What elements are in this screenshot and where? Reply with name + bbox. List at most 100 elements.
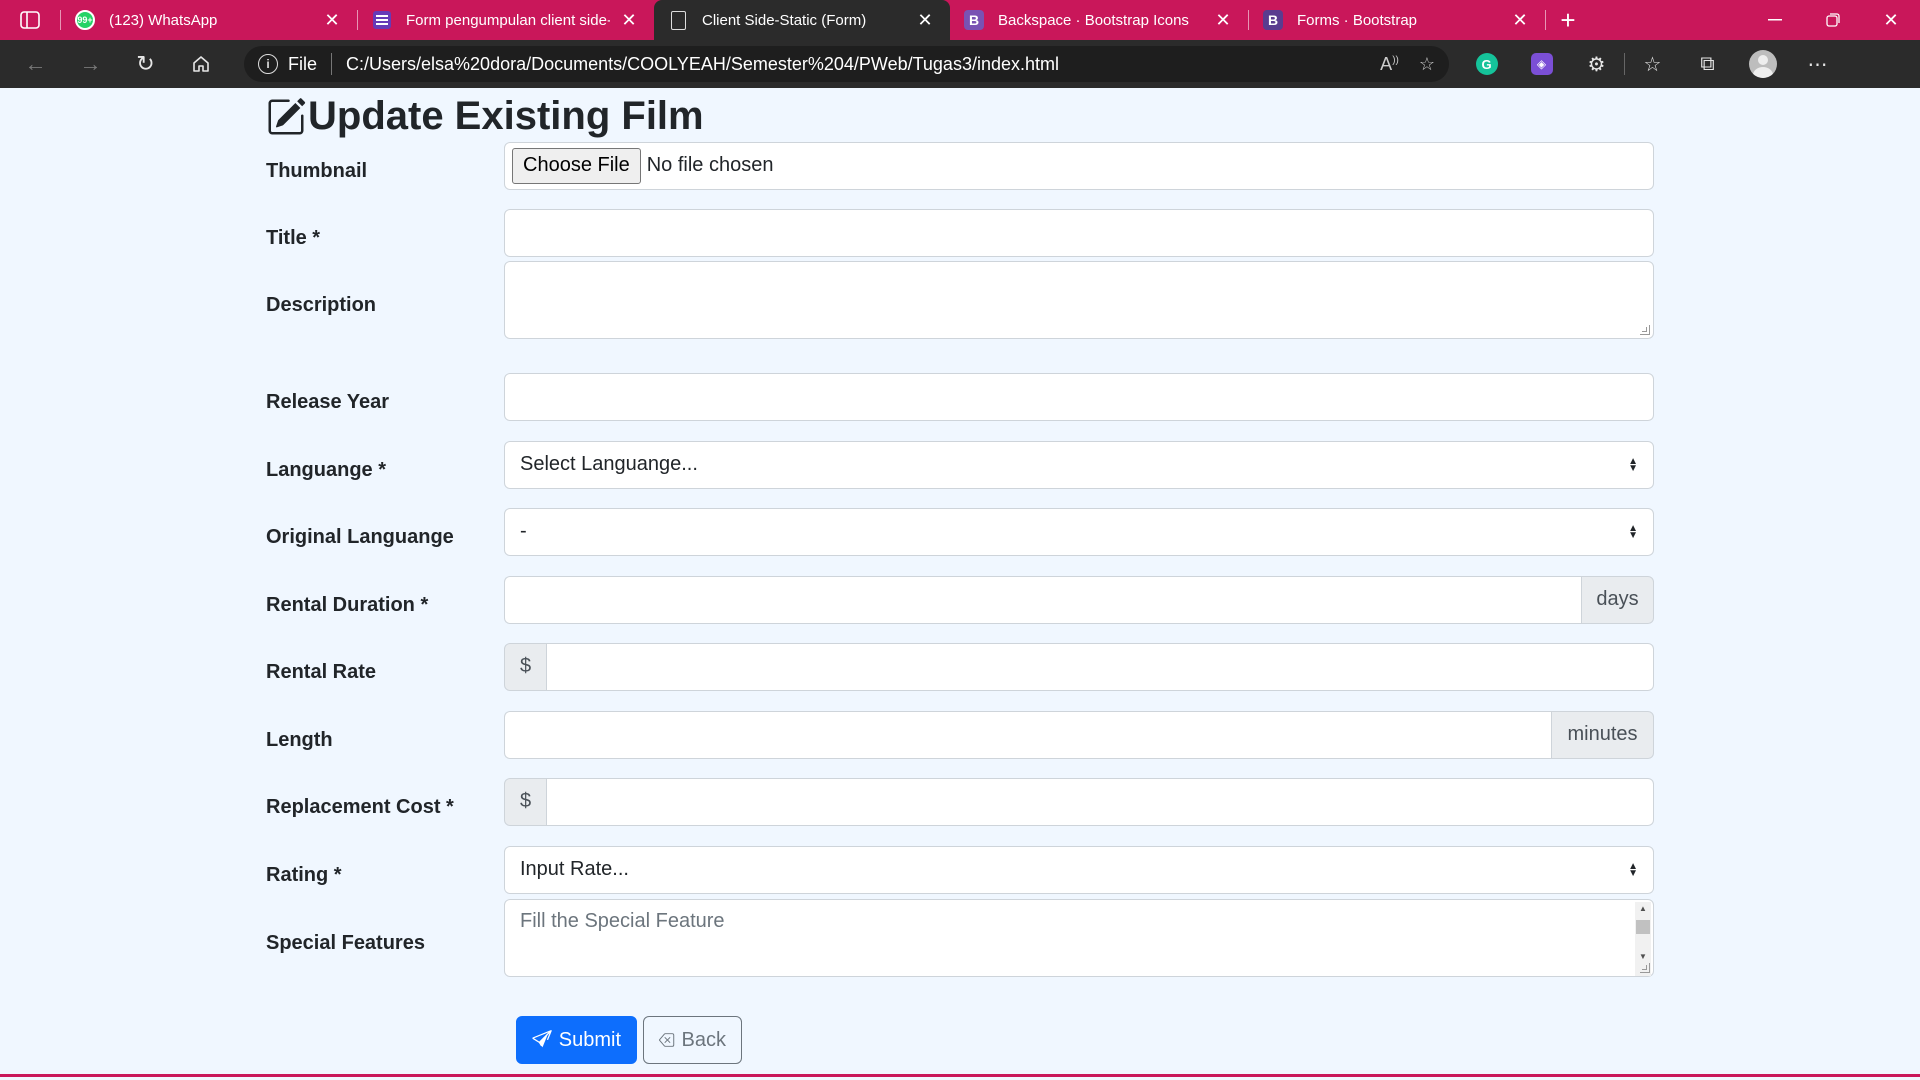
- home-icon: [192, 56, 209, 72]
- close-icon[interactable]: ✕: [1509, 9, 1531, 31]
- bootstrap-icon: B: [964, 10, 984, 30]
- close-icon[interactable]: ✕: [618, 9, 640, 31]
- rental-rate-input[interactable]: [547, 642, 1654, 691]
- rating-select[interactable]: Input Rate... ▲ ▼: [504, 845, 1654, 894]
- window-controls: ✕: [1746, 0, 1920, 40]
- field-label: Rental Duration *: [266, 594, 429, 616]
- special-features-textarea[interactable]: Fill the Special Feature ▲ ▼: [504, 898, 1654, 977]
- grammarly-icon: G: [1475, 53, 1498, 75]
- tab-google-form[interactable]: Form pengumpulan client side-s ✕: [358, 0, 654, 40]
- plus-icon: +: [1560, 4, 1576, 35]
- tab-title: Backspace · Bootstrap Icons: [998, 11, 1189, 29]
- minimize-button[interactable]: [1746, 0, 1804, 40]
- favorites-icon: ☆: [1643, 53, 1662, 76]
- google-forms-icon: [372, 10, 392, 30]
- profile-button[interactable]: [1735, 40, 1790, 88]
- close-icon[interactable]: ✕: [1212, 9, 1234, 31]
- placeholder-text: Fill the Special Feature: [520, 909, 725, 932]
- restore-button[interactable]: [1804, 0, 1862, 40]
- extension-button[interactable]: ◈: [1514, 40, 1569, 88]
- document-icon: [668, 10, 688, 30]
- settings-menu-button[interactable]: ⋯: [1790, 40, 1845, 88]
- thumbnail-file-input[interactable]: Choose File No file chosen: [504, 141, 1654, 190]
- field-label: Replacement Cost *: [266, 796, 454, 818]
- form-row-description: Description: [266, 260, 1654, 339]
- scroll-down-icon[interactable]: ▼: [1639, 950, 1647, 964]
- backspace-icon: [659, 1033, 675, 1047]
- field-label: Original Languange: [266, 526, 454, 548]
- extensions-button[interactable]: ⚙: [1569, 40, 1624, 88]
- length-group: minutes: [504, 710, 1654, 759]
- tab-title: Forms · Bootstrap: [1297, 11, 1418, 29]
- tab-actions-button[interactable]: [0, 0, 60, 40]
- dollar-addon: $: [504, 642, 547, 691]
- read-aloud-icon[interactable]: A)): [1380, 54, 1399, 75]
- form-row-thumbnail: Thumbnail Choose File No file chosen: [266, 141, 1654, 190]
- minimize-icon: [1768, 19, 1782, 21]
- back-nav-button[interactable]: ←: [8, 40, 63, 88]
- close-window-button[interactable]: ✕: [1862, 0, 1920, 40]
- rental-duration-group: days: [504, 575, 1654, 624]
- url-text[interactable]: C:/Users/elsa%20dora/Documents/COOLYEAH/…: [346, 54, 1370, 75]
- back-button[interactable]: Back: [643, 1016, 742, 1064]
- rental-duration-input[interactable]: [504, 575, 1581, 624]
- puzzle-icon: ⚙: [1587, 53, 1606, 76]
- description-textarea[interactable]: [504, 260, 1654, 339]
- replacement-cost-group: $: [504, 777, 1654, 826]
- address-bar[interactable]: i File C:/Users/elsa%20dora/Documents/CO…: [244, 46, 1449, 82]
- add-favorite-icon[interactable]: ☆: [1419, 54, 1435, 75]
- select-arrows-icon: ▲ ▼: [1628, 860, 1638, 879]
- field-label: Rental Rate: [266, 661, 377, 683]
- collections-button[interactable]: ⧉: [1680, 40, 1735, 88]
- minutes-addon: minutes: [1551, 710, 1654, 759]
- original-language-select[interactable]: - ▲ ▼: [504, 507, 1654, 556]
- reload-button[interactable]: ↻: [118, 40, 173, 88]
- file-status-text: No file chosen: [646, 154, 774, 176]
- tab-title: Client Side-Static (Form): [702, 11, 867, 29]
- choose-file-button[interactable]: Choose File: [512, 147, 641, 184]
- scroll-thumb[interactable]: [1636, 919, 1650, 934]
- form-row-rental-rate: Rental Rate $: [266, 642, 1654, 691]
- scroll-up-icon[interactable]: ▲: [1639, 902, 1647, 916]
- tab-actions-icon: [20, 11, 40, 29]
- restore-icon: [1826, 13, 1840, 27]
- tab-whatsapp[interactable]: 99+ (123) WhatsApp ✕: [61, 0, 357, 40]
- tab-bootstrap-forms[interactable]: B Forms · Bootstrap ✕: [1249, 0, 1545, 40]
- submit-button[interactable]: Submit: [516, 1016, 637, 1064]
- replacement-cost-input[interactable]: [547, 777, 1654, 826]
- language-select[interactable]: Select Languange... ▲ ▼: [504, 440, 1654, 489]
- avatar: [1748, 50, 1777, 78]
- length-input[interactable]: [504, 710, 1551, 759]
- more-icon: ⋯: [1807, 53, 1828, 76]
- resize-handle-icon[interactable]: [1640, 324, 1650, 335]
- close-icon[interactable]: ✕: [914, 9, 936, 31]
- forward-nav-button[interactable]: →: [63, 40, 118, 88]
- tab-client-side-form[interactable]: Client Side-Static (Form) ✕: [654, 0, 950, 40]
- resize-handle-icon[interactable]: [1640, 962, 1650, 973]
- home-button[interactable]: [173, 40, 228, 88]
- form-row-special-features: Special Features Fill the Special Featur…: [266, 898, 1654, 977]
- browser-toolbar: ← → ↻ i File C:/Users/elsa%20dora/Docume…: [0, 40, 1920, 88]
- select-value: Select Languange...: [520, 453, 698, 475]
- dollar-addon: $: [504, 777, 547, 826]
- select-value: Input Rate...: [520, 858, 629, 880]
- page-content: Update Existing Film Thumbnail Choose Fi…: [0, 88, 1920, 1077]
- release-year-input[interactable]: [504, 372, 1654, 421]
- title-input[interactable]: [504, 208, 1654, 257]
- tab-bootstrap-icons[interactable]: B Backspace · Bootstrap Icons ✕: [950, 0, 1248, 40]
- select-arrows-icon: ▲ ▼: [1628, 522, 1638, 541]
- close-icon[interactable]: ✕: [321, 9, 343, 31]
- reload-icon: ↻: [136, 51, 155, 76]
- send-icon: [532, 1030, 552, 1048]
- favorites-button[interactable]: ☆: [1625, 40, 1680, 88]
- field-label: Languange *: [266, 459, 387, 481]
- info-icon[interactable]: i: [258, 54, 278, 74]
- form-row-original-language: Original Languange - ▲ ▼: [266, 507, 1654, 556]
- form-row-release-year: Release Year: [266, 372, 1654, 421]
- scheme-label: File: [288, 53, 318, 74]
- new-tab-button[interactable]: +: [1546, 0, 1590, 40]
- grammarly-extension-button[interactable]: G: [1459, 40, 1514, 88]
- field-label: Description: [266, 294, 377, 316]
- arrow-right-icon: →: [79, 51, 102, 76]
- form-row-language: Languange * Select Languange... ▲ ▼: [266, 440, 1654, 489]
